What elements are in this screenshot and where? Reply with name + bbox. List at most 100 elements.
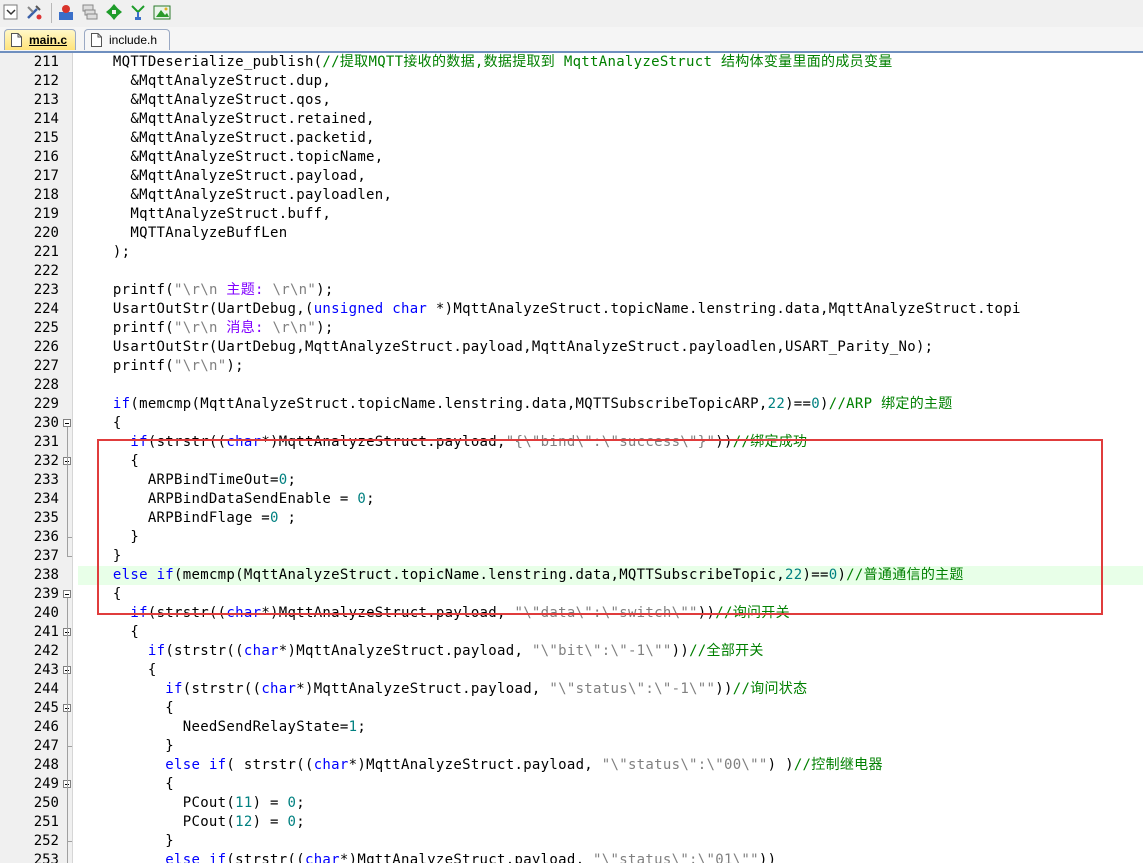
code-token: );: [78, 244, 131, 260]
line-number: 242: [33, 643, 59, 659]
fold-toggle-icon[interactable]: [63, 419, 71, 427]
code-line[interactable]: 223 printf("\r\n 主题: \r\n");: [0, 281, 1143, 300]
code-token: )): [697, 605, 716, 621]
code-token: if: [130, 605, 148, 621]
code-token: ;: [357, 719, 367, 735]
code-line[interactable]: 242 if(strstr((char*)MqttAnalyzeStruct.p…: [0, 642, 1143, 661]
code-text: &MqttAnalyzeStruct.topicName,: [78, 148, 384, 167]
tools-icon[interactable]: [25, 3, 43, 21]
code-text: PCout(11) = 0;: [78, 794, 305, 813]
line-number: 240: [33, 605, 59, 621]
line-number: 245: [33, 700, 59, 716]
code-line[interactable]: 225 printf("\r\n 消息: \r\n");: [0, 319, 1143, 338]
code-line[interactable]: 241 {: [0, 623, 1143, 642]
code-line[interactable]: 211 MQTTDeserialize_publish(//提取MQTT接收的数…: [0, 53, 1143, 72]
code-token: if: [147, 643, 166, 659]
code-text: {: [78, 414, 122, 433]
code-line[interactable]: 251 PCout(12) = 0;: [0, 813, 1143, 832]
line-number: 212: [33, 73, 59, 89]
code-line[interactable]: 217 &MqttAnalyzeStruct.payload,: [0, 167, 1143, 186]
code-line[interactable]: 232 {: [0, 452, 1143, 471]
code-line[interactable]: 245 {: [0, 699, 1143, 718]
person-icon[interactable]: [57, 3, 75, 21]
code-token: char: [304, 852, 340, 863]
code-token: )): [715, 434, 733, 450]
code-token: ": [174, 358, 183, 374]
line-number: 221: [33, 244, 59, 260]
code-token: //控制继电器: [793, 757, 883, 773]
code-line[interactable]: 246 NeedSendRelayState=1;: [0, 718, 1143, 737]
code-line[interactable]: 252 }: [0, 832, 1143, 851]
code-line[interactable]: 247 }: [0, 737, 1143, 756]
code-token: {: [78, 586, 122, 602]
code-line[interactable]: 250 PCout(11) = 0;: [0, 794, 1143, 813]
code-line[interactable]: 235 ARPBindFlage =0 ;: [0, 509, 1143, 528]
code-text: MqttAnalyzeStruct.buff,: [78, 205, 331, 224]
code-line[interactable]: 222: [0, 262, 1143, 281]
code-text: &MqttAnalyzeStruct.qos,: [78, 91, 331, 110]
code-line[interactable]: 220 MQTTAnalyzeBuffLen: [0, 224, 1143, 243]
code-token: MQTTAnalyzeBuffLen: [78, 225, 288, 241]
code-line[interactable]: 234 ARPBindDataSendEnable = 0;: [0, 490, 1143, 509]
code-line[interactable]: 237 }: [0, 547, 1143, 566]
line-number: 229: [33, 396, 59, 412]
code-line[interactable]: 243 {: [0, 661, 1143, 680]
flow-icon[interactable]: [129, 3, 147, 21]
code-token: );: [226, 358, 244, 374]
line-number: 238: [33, 567, 59, 583]
code-line[interactable]: 228: [0, 376, 1143, 395]
code-editor[interactable]: 211 MQTTDeserialize_publish(//提取MQTT接收的数…: [0, 53, 1143, 863]
code-text: );: [78, 243, 130, 262]
code-line[interactable]: 231 if(strstr((char*)MqttAnalyzeStruct.p…: [0, 433, 1143, 452]
code-line[interactable]: 212 &MqttAnalyzeStruct.dup,: [0, 72, 1143, 91]
code-token: ;: [287, 472, 297, 488]
code-line[interactable]: 216 &MqttAnalyzeStruct.topicName,: [0, 148, 1143, 167]
code-token: 0: [278, 472, 288, 488]
code-line[interactable]: 239 {: [0, 585, 1143, 604]
line-number: 234: [33, 491, 59, 507]
code-text: {: [78, 452, 139, 471]
code-text: {: [78, 775, 174, 794]
code-line[interactable]: 219 MqttAnalyzeStruct.buff,: [0, 205, 1143, 224]
code-token: \r\n: [182, 282, 218, 298]
code-line[interactable]: 240 if(strstr((char*)MqttAnalyzeStruct.p…: [0, 604, 1143, 623]
tab-include-h[interactable]: include.h: [84, 29, 170, 50]
green-arrows-icon[interactable]: [105, 3, 123, 21]
code-line[interactable]: 233 ARPBindTimeOut=0;: [0, 471, 1143, 490]
code-token: ) =: [252, 795, 288, 811]
code-line[interactable]: 224 UsartOutStr(UartDebug,(unsigned char…: [0, 300, 1143, 319]
tab-main-c[interactable]: main.c: [4, 29, 76, 50]
dropdown-icon[interactable]: [3, 3, 21, 21]
code-line[interactable]: 214 &MqttAnalyzeStruct.retained,: [0, 110, 1143, 129]
code-line[interactable]: 248 else if( strstr((char*)MqttAnalyzeSt…: [0, 756, 1143, 775]
picture-icon[interactable]: [153, 3, 171, 21]
code-token: ;: [366, 491, 375, 507]
code-line[interactable]: 238 else if(memcmp(MqttAnalyzeStruct.top…: [34, 566, 1143, 585]
line-number: 215: [33, 130, 59, 146]
code-line[interactable]: 227 printf("\r\n");: [0, 357, 1143, 376]
code-token: "\"status\":\"01\"": [593, 852, 759, 863]
code-line[interactable]: 244 if(strstr((char*)MqttAnalyzeStruct.p…: [0, 680, 1143, 699]
code-token: &MqttAnalyzeStruct.payload,: [78, 168, 367, 184]
code-text: }: [78, 832, 174, 851]
code-line[interactable]: 213 &MqttAnalyzeStruct.qos,: [0, 91, 1143, 110]
code-text: {: [78, 661, 157, 680]
code-line[interactable]: 218 &MqttAnalyzeStruct.payloadlen,: [0, 186, 1143, 205]
code-line[interactable]: 236 }: [0, 528, 1143, 547]
code-line[interactable]: 229 if(memcmp(MqttAnalyzeStruct.topicNam…: [0, 395, 1143, 414]
code-line[interactable]: 221 );: [0, 243, 1143, 262]
code-token: (strstr((: [226, 852, 305, 863]
code-line[interactable]: 249 {: [0, 775, 1143, 794]
code-line[interactable]: 253 else if(strstr((char*)MqttAnalyzeStr…: [0, 851, 1143, 863]
code-line[interactable]: 230 {: [0, 414, 1143, 433]
code-line[interactable]: 226 UsartOutStr(UartDebug,MqttAnalyzeStr…: [0, 338, 1143, 357]
fold-toggle-icon[interactable]: [63, 590, 71, 598]
code-text: MQTTAnalyzeBuffLen: [78, 224, 288, 243]
code-token: \r\n: [182, 358, 218, 374]
code-token: ": [307, 282, 317, 298]
line-number: 236: [33, 529, 59, 545]
code-line[interactable]: 215 &MqttAnalyzeStruct.packetid,: [0, 129, 1143, 148]
tile-windows-icon[interactable]: [81, 3, 99, 21]
line-number: 216: [33, 149, 59, 165]
